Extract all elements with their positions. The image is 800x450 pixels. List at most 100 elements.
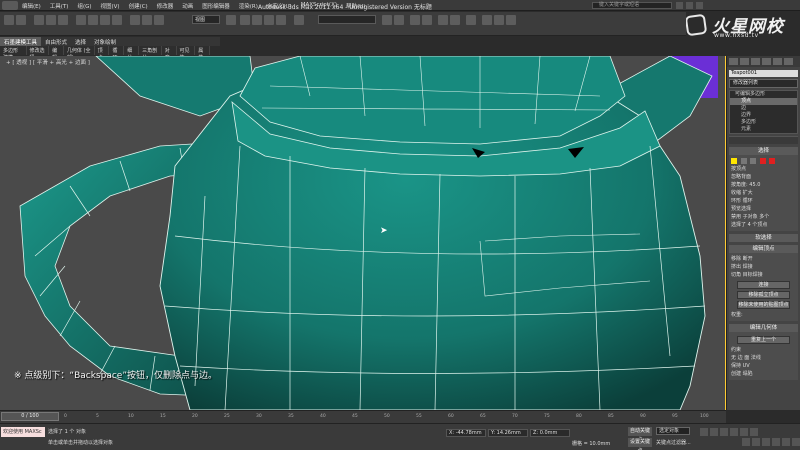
stack-item-polygon[interactable]: 多边形 [730,119,797,126]
stack-item-vertex[interactable]: 顶点 [730,98,797,105]
panel-geometry-all[interactable]: 几何体 (全部) [64,46,95,61]
selection-rollout-header[interactable]: 选择 [729,147,798,155]
remove-unused-map-button[interactable]: 移除未使用的贴图顶点 [737,301,790,309]
menu-animation[interactable]: 动画 [182,2,193,10]
pan-icon[interactable] [772,438,780,446]
panel-subdivision[interactable]: 细分 [124,46,140,61]
menu-group[interactable]: 组(G) [77,2,91,10]
loop-button[interactable]: 循环 [743,198,753,204]
weld-button[interactable]: 焊接 [743,264,753,270]
chamfer-button[interactable]: 切角 [731,272,741,278]
key-selection-dropdown[interactable]: 选定对象 [656,427,690,435]
repeat-last-button[interactable]: 重复上一个 [737,336,790,344]
play-icon[interactable] [720,428,728,436]
reference-coordinate-dropdown[interactable]: 视图 [192,15,220,24]
soft-selection-rollout-header[interactable]: 软选择 [729,234,798,242]
snap-icon[interactable] [240,15,250,25]
current-frame-field[interactable] [750,428,758,436]
window-crossing-icon[interactable] [112,15,122,25]
redo-icon[interactable] [16,15,26,25]
viewport-label[interactable]: + [ 透视 ] [ 平滑 + 高光 + 边面 ] [6,58,90,66]
track-bar[interactable]: 0 5 10 15 20 25 30 35 40 45 50 55 60 65 … [64,413,724,422]
menu-views[interactable]: 视图(V) [101,2,120,10]
stack-tools[interactable] [729,136,798,144]
y-coordinate-field[interactable]: Y: 14.26mm [488,429,528,437]
render-icon[interactable] [506,15,516,25]
panel-loops[interactable]: 循环 [109,46,125,61]
edge-mode-icon[interactable] [740,157,747,164]
rotate-icon[interactable] [142,15,152,25]
constraint-face-radio[interactable]: 面 [744,355,749,361]
weight-field[interactable]: 权重: [731,311,796,319]
perspective-viewport[interactable]: + [ 透视 ] [ 平滑 + 高光 + 边面 ] ➤ ※ 点级别下：“Back… [0,56,726,410]
scale-icon[interactable] [154,15,164,25]
stack-item-border[interactable]: 边界 [730,112,797,119]
align-icon[interactable] [394,15,404,25]
unlink-icon[interactable] [46,15,56,25]
preserve-uvs-checkbox[interactable]: 保持 UV [731,362,796,370]
panel-visibility[interactable]: 可见性 [177,46,196,61]
select-by-name-icon[interactable] [88,15,98,25]
create-button[interactable]: 创建 [731,371,741,377]
display-tab-icon[interactable] [773,58,782,65]
border-mode-icon[interactable] [750,157,757,164]
shrink-button[interactable]: 收缩 [731,190,741,196]
mirror-icon[interactable] [382,15,392,25]
ring-button[interactable]: 环形 [731,198,741,204]
motion-tab-icon[interactable] [762,58,771,65]
create-tab-icon[interactable] [729,58,738,65]
remove-isolated-button[interactable]: 移除孤立顶点 [737,291,790,299]
modify-tab-icon[interactable] [740,58,749,65]
layer-manager-icon[interactable] [410,15,420,25]
next-frame-icon[interactable] [730,428,738,436]
maxscript-listener[interactable]: 欢迎使用 MAXSc [1,427,45,437]
star-icon[interactable] [686,2,693,9]
rendered-frame-icon[interactable] [494,15,504,25]
utilities-tab-icon[interactable] [784,58,793,65]
help-icon[interactable] [696,2,703,9]
panel-properties[interactable]: 属性 [195,46,211,61]
tab-freeform[interactable]: 自由形式 [41,37,71,46]
maximize-viewport-icon[interactable] [792,438,800,446]
panel-edit[interactable]: 编辑 [49,46,64,61]
stack-item-editable-poly[interactable]: 可编辑多边形 [730,91,797,98]
extrude-button[interactable]: 挤出 [731,264,741,270]
angle-snap-icon[interactable] [252,15,262,25]
hierarchy-tab-icon[interactable] [751,58,760,65]
search-input[interactable]: 键入关键字或短语 [592,2,672,9]
field-of-view-icon[interactable] [762,438,770,446]
link-icon[interactable] [34,15,44,25]
tab-object-paint[interactable]: 对象绘制 [90,37,120,46]
render-setup-icon[interactable] [482,15,492,25]
target-weld-button[interactable]: 目标焊接 [743,272,763,278]
preview-multi-radio[interactable]: 多个 [759,214,769,220]
key-filters-button[interactable]: 关键点过滤器... [656,439,691,446]
time-slider[interactable]: 0 / 100 [1,412,59,421]
menu-edit[interactable]: 编辑(E) [22,2,41,10]
by-angle-checkbox[interactable]: 按角度: 45.0 [731,181,796,189]
search-icon[interactable] [676,2,683,9]
auto-key-button[interactable]: 自动关键点 [628,427,652,443]
panel-align[interactable]: 对齐 [162,46,177,61]
spinner-snap-icon[interactable] [276,15,286,25]
graphite-toggle-icon[interactable] [422,15,432,25]
menu-create[interactable]: 创建(C) [129,2,148,10]
prev-frame-icon[interactable] [710,428,718,436]
menu-tools[interactable]: 工具(T) [50,2,69,10]
select-object-icon[interactable] [76,15,86,25]
grow-button[interactable]: 扩大 [743,190,753,196]
pivot-icon[interactable] [226,15,236,25]
constraint-none-radio[interactable]: 无 [731,355,736,361]
schematic-view-icon[interactable] [450,15,460,25]
material-editor-icon[interactable] [466,15,476,25]
rect-selection-icon[interactable] [100,15,110,25]
edit-geometry-rollout-header[interactable]: 编辑几何体 [729,324,798,332]
stack-item-edge[interactable]: 边 [730,105,797,112]
menu-modifiers[interactable]: 修改器 [157,2,174,10]
zoom-icon[interactable] [742,438,750,446]
constraint-edge-radio[interactable]: 边 [738,355,743,361]
vertex-mode-icon[interactable] [731,157,737,164]
undo-icon[interactable] [4,15,14,25]
modifier-list-dropdown[interactable]: 修改器列表 [729,79,798,88]
bind-spacewarp-icon[interactable] [58,15,68,25]
